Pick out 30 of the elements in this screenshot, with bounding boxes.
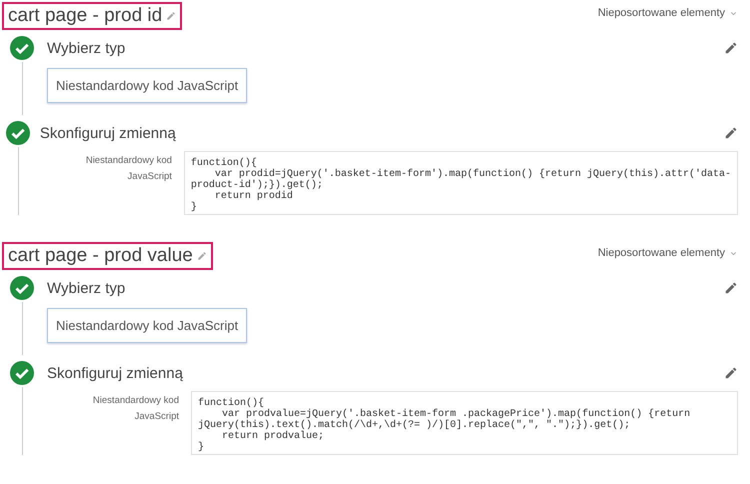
code-line: jQuery(this).text().match(/\d+,\d+(?= )/)[0].replace(",", ".");}).get(); [198, 420, 632, 431]
code-line: function(){ [190, 158, 257, 169]
step-title: Skonfiguruj zmienną [47, 364, 183, 382]
step-title: Wybierz typ [47, 280, 126, 296]
field-label: Niestandardowy kod JavaScript [84, 154, 172, 184]
edit-icon[interactable] [724, 41, 738, 55]
pencil-icon [166, 11, 176, 21]
code-line: var prodid=jQuery('.basket-item-form').map(function() {return jQuery(this).attr('data- [214, 169, 731, 180]
field-label: Niestandardowy kod JavaScript [92, 394, 179, 424]
sort-dropdown[interactable]: Nieposortowane elementy [598, 7, 738, 19]
pencil-icon [196, 251, 207, 261]
edit-icon[interactable] [724, 126, 738, 140]
code-line: return prodvalue; [221, 431, 326, 442]
code-line: product-id');}).get(); [190, 180, 324, 191]
variable-title[interactable]: cart page - prod id [2, 2, 182, 30]
sort-dropdown[interactable]: Nieposortowane elementy [598, 247, 738, 259]
code-editor[interactable]: function(){ var prodid=jQuery('.basket-item-form').map(function() {return jQuery(this).attr('data- product-id');}).get(); return prodid } [184, 151, 738, 215]
step-title: Skonfiguruj zmienną [40, 124, 176, 142]
step-title: Wybierz typ [47, 40, 126, 56]
edit-icon[interactable] [724, 366, 738, 380]
code-line: } [190, 202, 198, 213]
code-line: var prodvalue=jQuery('.basket-item-form .packagePrice').map(function() {return [222, 409, 692, 420]
code-line: function(){ [198, 398, 264, 409]
variable-type-box[interactable]: Niestandardowy kod JavaScript [47, 308, 248, 343]
variable-title[interactable]: cart page - prod value [2, 242, 213, 270]
edit-icon[interactable] [724, 281, 738, 295]
variable-type-box[interactable]: Niestandardowy kod JavaScript [47, 68, 248, 103]
code-line: return prodid [214, 191, 294, 202]
code-line: } [198, 442, 206, 453]
code-editor[interactable]: function(){ var prodvalue=jQuery('.basket-item-form .packagePrice').map(function() {return jQuery(this).text().match(/\d+,\d+(?= )/)[0].replace(",", ".");}).get(); return prodvalue; } [191, 391, 738, 455]
